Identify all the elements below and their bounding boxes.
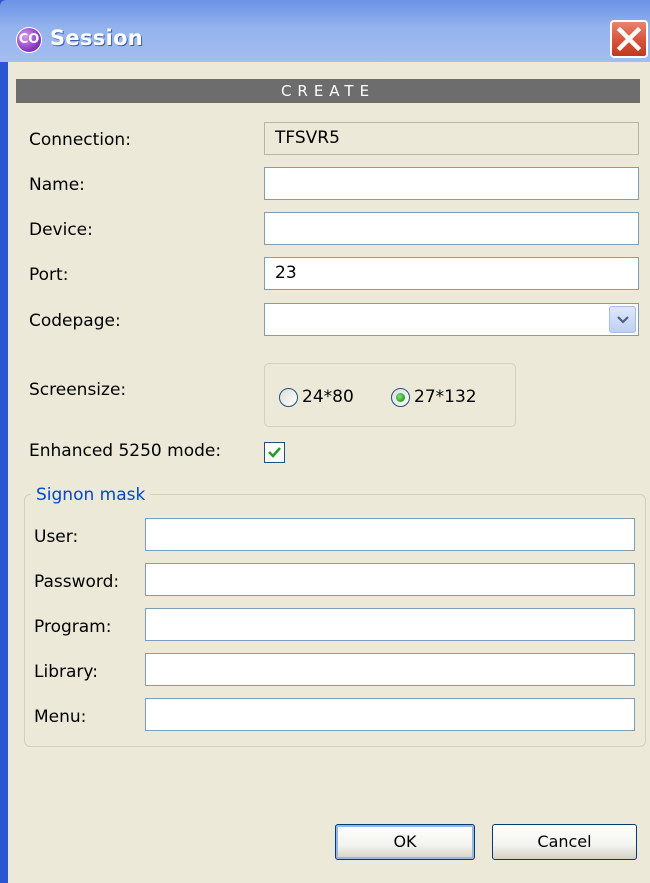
name-input[interactable] [264, 167, 639, 200]
menu-input[interactable] [145, 698, 635, 731]
user-input[interactable] [145, 518, 635, 551]
radio-27x132[interactable] [391, 388, 410, 407]
window-title: Session [50, 26, 144, 50]
codepage-select[interactable] [264, 303, 639, 336]
name-label: Name: [29, 175, 85, 195]
screensize-radio-group: 24*80 27*132 [264, 363, 516, 427]
screensize-label: Screensize: [29, 380, 127, 400]
session-dialog: CO Session CREATE Connection: TFSVR5 Nam… [0, 0, 650, 883]
close-button[interactable] [610, 20, 648, 58]
library-label: Library: [34, 662, 98, 682]
app-logo-icon: CO [16, 27, 42, 53]
connection-field: TFSVR5 [264, 122, 639, 155]
menu-label: Menu: [34, 707, 87, 727]
codepage-label: Codepage: [29, 311, 121, 331]
ok-button[interactable]: OK [335, 824, 475, 860]
signon-mask-title: Signon mask [31, 485, 151, 505]
connection-label: Connection: [29, 130, 131, 150]
port-input[interactable]: 23 [264, 257, 639, 290]
radio-24x80[interactable] [279, 388, 298, 407]
create-banner: CREATE [16, 79, 640, 103]
checkmark-icon [268, 447, 281, 458]
close-icon [616, 26, 642, 52]
chevron-down-icon [617, 316, 629, 324]
codepage-dropdown-button[interactable] [609, 306, 636, 333]
cancel-button[interactable]: Cancel [492, 824, 637, 860]
device-input[interactable] [264, 212, 639, 245]
enhanced-mode-label: Enhanced 5250 mode: [29, 441, 222, 461]
radio-24x80-label[interactable]: 24*80 [302, 387, 354, 407]
port-label: Port: [29, 265, 69, 285]
library-input[interactable] [145, 653, 635, 686]
device-label: Device: [29, 220, 93, 240]
password-input[interactable] [145, 563, 635, 596]
program-label: Program: [34, 617, 112, 637]
program-input[interactable] [145, 608, 635, 641]
title-bar[interactable]: CO Session [0, 0, 650, 62]
user-label: User: [34, 527, 79, 547]
password-label: Password: [34, 572, 120, 592]
radio-27x132-label[interactable]: 27*132 [414, 387, 477, 407]
radio-selected-dot [396, 393, 405, 402]
enhanced-mode-checkbox[interactable] [264, 442, 285, 463]
